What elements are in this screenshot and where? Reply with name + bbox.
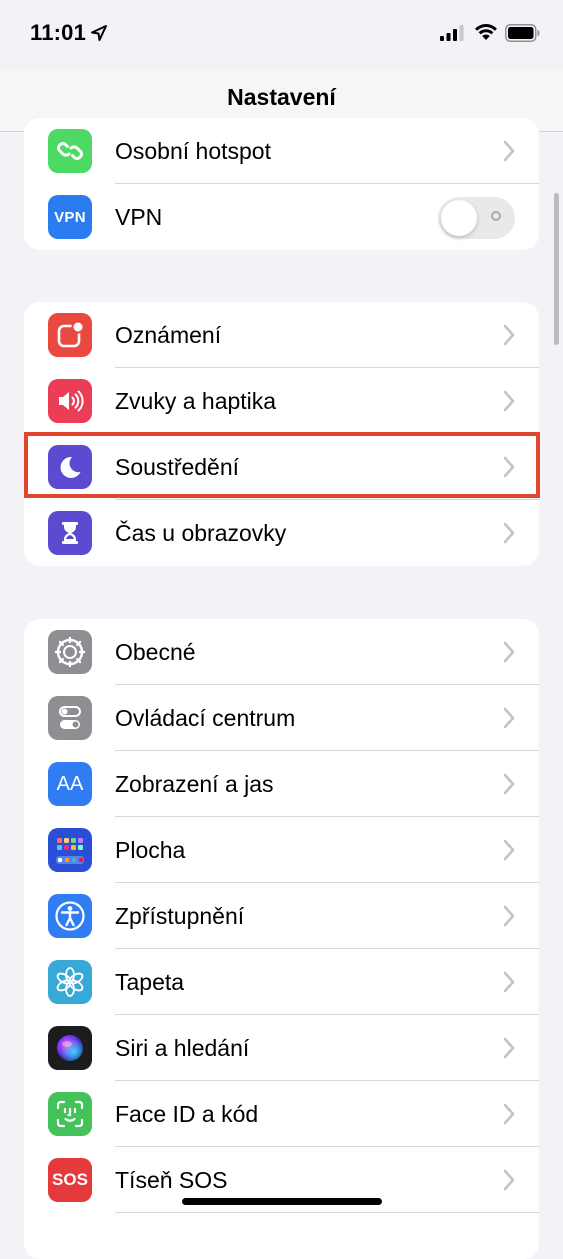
vpn-icon: VPN	[48, 195, 92, 239]
settings-row-vpn: VPN VPN	[24, 184, 539, 250]
hotspot-chain-icon	[48, 129, 92, 173]
settings-row-label: Čas u obrazovky	[115, 520, 287, 546]
wifi-icon	[475, 24, 497, 40]
chevron-right-icon	[503, 390, 515, 412]
chevron-right-icon	[503, 522, 515, 544]
speaker-icon	[48, 379, 92, 423]
settings-row-personal-hotspot[interactable]: Osobní hotspot	[24, 118, 539, 184]
moon-icon	[48, 445, 92, 489]
settings-group-notifications: Oznámení Zvuky a haptika Soustředění Čas…	[24, 302, 539, 566]
settings-row-label: Ovládací centrum	[115, 705, 296, 731]
chevron-right-icon	[503, 905, 515, 927]
scroll-indicator[interactable]	[554, 193, 559, 345]
toggle-knob	[441, 200, 477, 236]
settings-group-general: Obecné Ovládací centrum AA Zobrazení a j…	[24, 619, 539, 1259]
chevron-right-icon	[503, 1103, 515, 1125]
settings-row-label: Siri a hledání	[115, 1035, 250, 1061]
settings-row-accessibility[interactable]: Zpřístupnění	[24, 883, 539, 949]
settings-row-label: Zobrazení a jas	[115, 771, 274, 797]
settings-row-control-center[interactable]: Ovládací centrum	[24, 685, 539, 751]
chevron-right-icon	[503, 324, 515, 346]
settings-row-general[interactable]: Obecné	[24, 619, 539, 685]
notifications-icon	[48, 313, 92, 357]
hourglass-icon	[48, 511, 92, 555]
gear-icon	[48, 630, 92, 674]
settings-row-notifications[interactable]: Oznámení	[24, 302, 539, 368]
switches-icon	[48, 696, 92, 740]
toggle-off-indicator-icon	[491, 211, 501, 221]
chevron-right-icon	[503, 641, 515, 663]
text-size-icon: AA	[48, 762, 92, 806]
settings-row-display-brightness[interactable]: AA Zobrazení a jas	[24, 751, 539, 817]
settings-group-connectivity: Osobní hotspot VPN VPN	[24, 118, 539, 250]
chevron-right-icon	[503, 773, 515, 795]
settings-row-label: Zpřístupnění	[115, 903, 245, 929]
home-indicator[interactable]	[182, 1198, 382, 1205]
settings-row-label: VPN	[115, 204, 163, 230]
settings-row-label: Osobní hotspot	[115, 138, 271, 164]
status-bar: 11:01	[0, 0, 563, 70]
settings-row-sounds-haptics[interactable]: Zvuky a haptika	[24, 368, 539, 434]
siri-orb-icon	[48, 1026, 92, 1070]
flower-icon	[48, 960, 92, 1004]
settings-row-label: Obecné	[115, 639, 196, 665]
chevron-right-icon	[503, 1169, 515, 1191]
status-time: 11:01	[30, 20, 87, 45]
chevron-right-icon	[503, 140, 515, 162]
chevron-right-icon	[503, 971, 515, 993]
settings-row-label: Zvuky a haptika	[115, 388, 277, 414]
settings-row-wallpaper[interactable]: Tapeta	[24, 949, 539, 1015]
chevron-right-icon	[503, 707, 515, 729]
location-arrow-icon	[91, 25, 107, 41]
chevron-right-icon	[503, 456, 515, 478]
vpn-toggle[interactable]	[438, 197, 515, 239]
chevron-right-icon	[503, 839, 515, 861]
chevron-right-icon	[503, 1037, 515, 1059]
battery-icon	[505, 24, 540, 42]
settings-row-face-id[interactable]: Face ID a kód	[24, 1081, 539, 1147]
settings-row-home-screen[interactable]: Plocha	[24, 817, 539, 883]
settings-row-screen-time[interactable]: Čas u obrazovky	[24, 500, 539, 566]
settings-row-label: Oznámení	[115, 322, 222, 348]
settings-row-label: Tíseň SOS	[115, 1167, 228, 1193]
settings-row-siri-search[interactable]: Siri a hledání	[24, 1015, 539, 1081]
home-screen-grid-icon	[48, 828, 92, 872]
settings-row-label: Soustředění	[115, 454, 240, 480]
settings-row-label: Tapeta	[115, 969, 185, 995]
row-separator	[115, 1212, 539, 1213]
sos-icon: SOS	[48, 1158, 92, 1202]
settings-row-label: Plocha	[115, 837, 186, 863]
accessibility-person-icon	[48, 894, 92, 938]
cellular-signal-icon	[440, 25, 464, 41]
settings-row-focus[interactable]: Soustředění	[24, 434, 539, 500]
face-id-icon	[48, 1092, 92, 1136]
settings-row-label: Face ID a kód	[115, 1101, 259, 1127]
page-title: Nastavení	[227, 84, 336, 110]
